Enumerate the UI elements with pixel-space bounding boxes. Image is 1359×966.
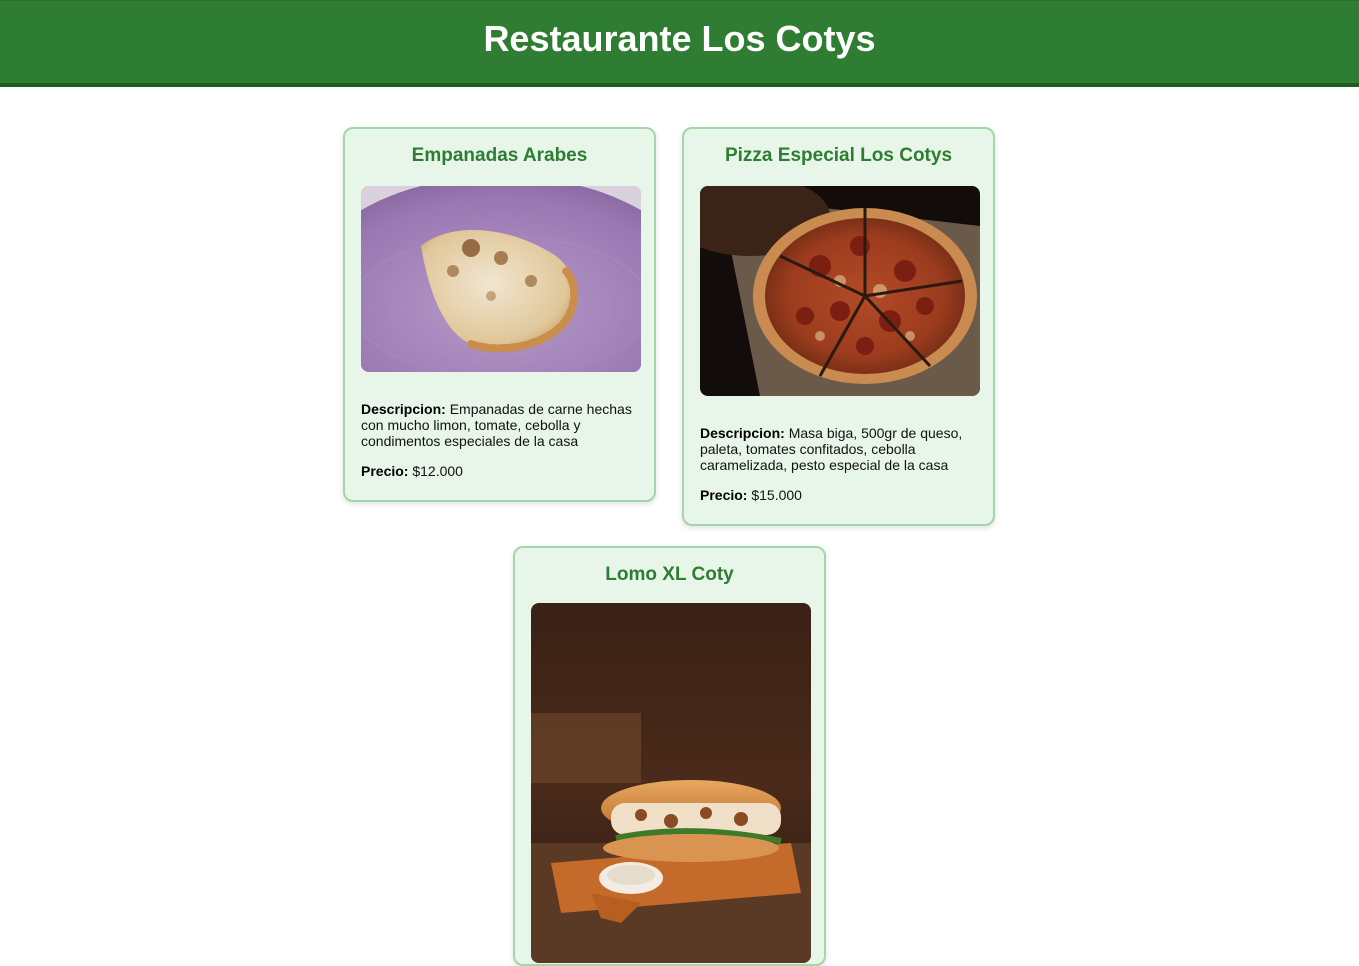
description-label: Descripcion: (700, 425, 785, 441)
price-value: $12.000 (412, 463, 463, 479)
page-title: Restaurante Los Cotys (483, 18, 876, 59)
description-label: Descripcion: (361, 401, 446, 417)
menu-item-description: Descripcion: Masa biga, 500gr de queso, … (700, 425, 977, 473)
menu-item-title: Pizza Especial Los Cotys (724, 145, 953, 166)
pizza-photo (700, 186, 980, 396)
sandwich-photo (531, 603, 811, 963)
menu-item-price: Precio: $12.000 (361, 463, 638, 479)
price-value: $15.000 (751, 487, 802, 503)
price-label: Precio: (361, 463, 409, 479)
menu-card-pizza: Pizza Especial Los Cotys Descripcion: Ma… (682, 127, 995, 526)
menu-card-lomo: Lomo XL Coty (513, 546, 826, 966)
menu-item-title: Lomo XL Coty (605, 564, 734, 585)
menu-item-title: Empanadas Arabes (411, 145, 588, 166)
menu-card-empanadas: Empanadas Arabes Descripcion: Empanadas … (343, 127, 656, 502)
menu-item-description: Descripcion: Empanadas de carne hechas c… (361, 401, 638, 449)
empanada-photo (361, 186, 641, 372)
price-label: Precio: (700, 487, 748, 503)
site-header: Restaurante Los Cotys (0, 0, 1359, 87)
menu-item-price: Precio: $15.000 (700, 487, 977, 503)
